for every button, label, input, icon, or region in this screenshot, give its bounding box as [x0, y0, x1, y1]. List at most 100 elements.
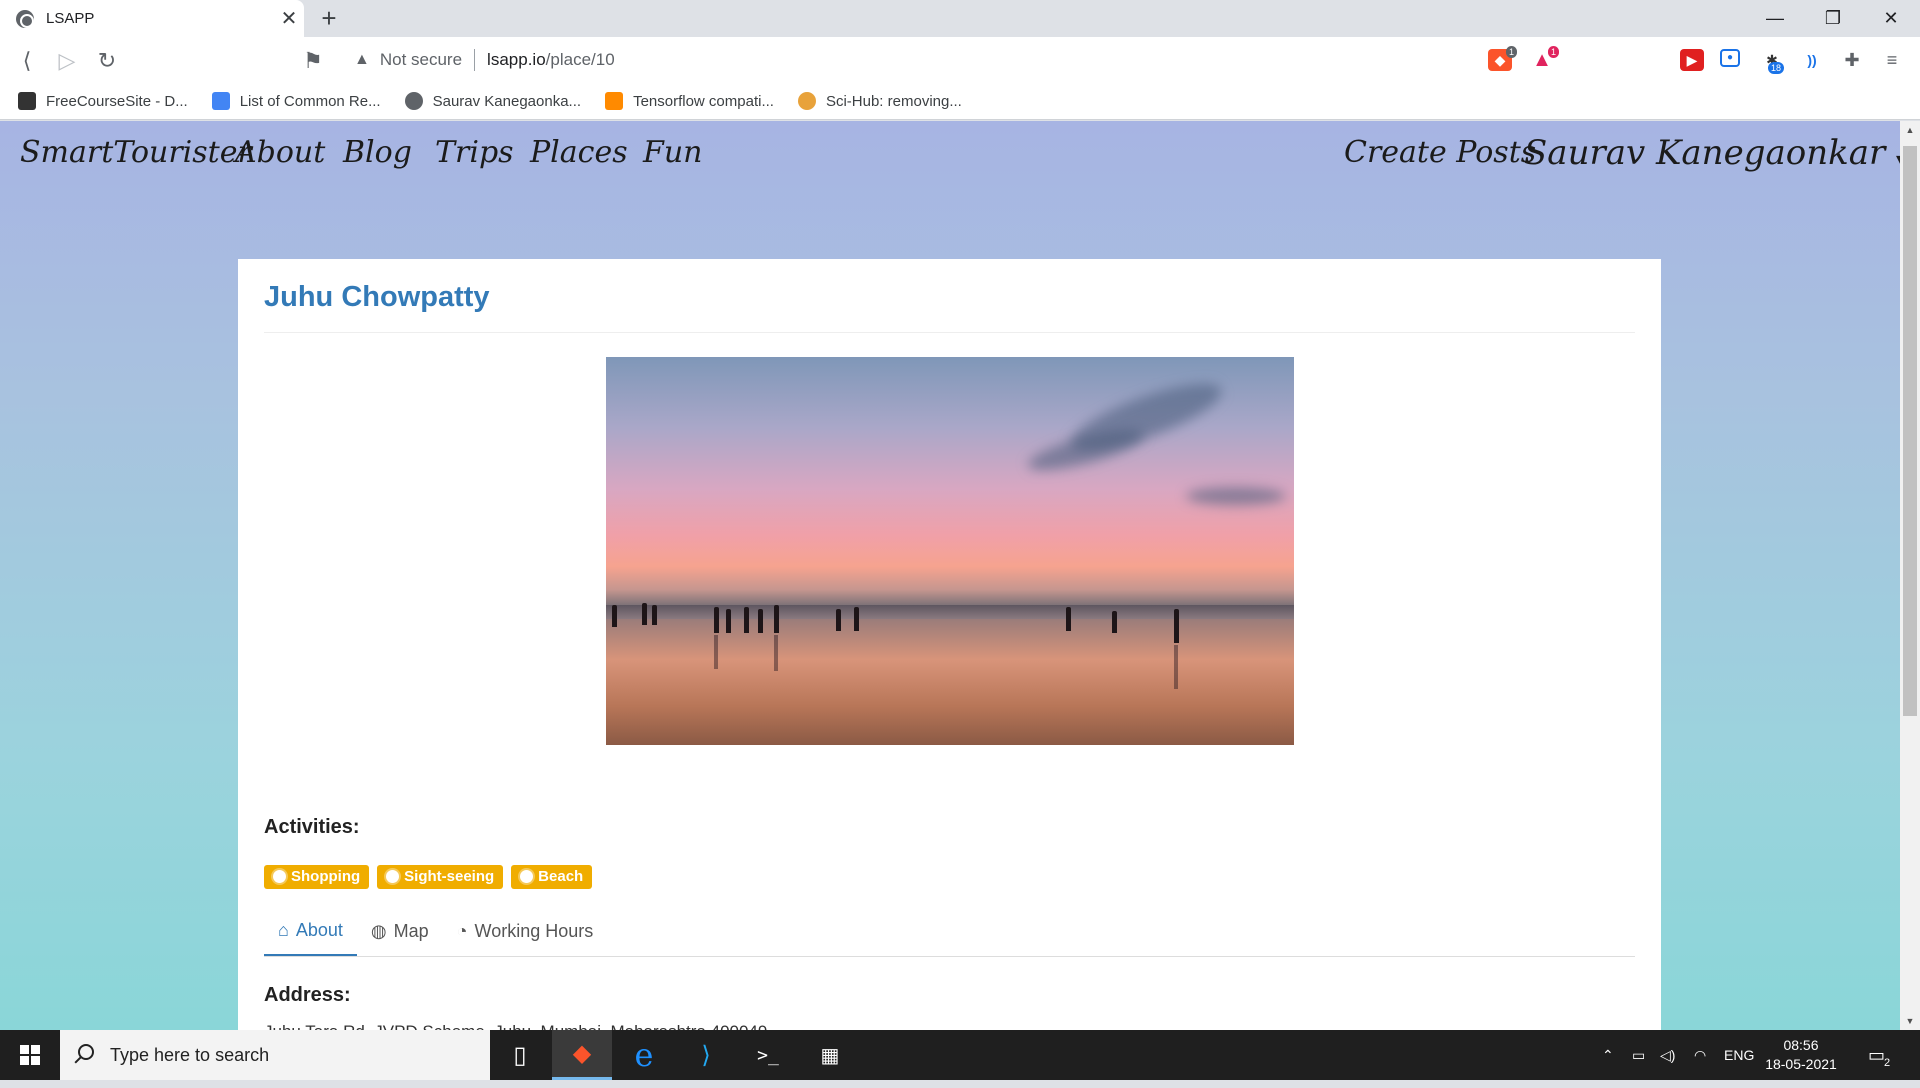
sea-band — [606, 605, 1294, 619]
audio-ext-icon[interactable]: )) — [1800, 49, 1824, 71]
bookmark-item[interactable]: FreeCourseSite - D... — [18, 92, 188, 110]
silhouette — [612, 605, 617, 627]
globe-icon — [16, 9, 34, 28]
tab-label: About — [295, 920, 343, 940]
info-tabs: ⌂ About ◍ Map ◔ Working Hours — [264, 907, 1635, 957]
browser-tab[interactable]: LSAPP ✕ — [0, 0, 304, 37]
url-path: /place/10 — [545, 50, 615, 69]
vscode-taskbar-icon[interactable]: ⟩ — [676, 1030, 736, 1080]
place-card: Juhu Chowpatty Activities: Shopping Sigh… — [238, 259, 1661, 1030]
network-icon[interactable]: ◠ — [1694, 1030, 1706, 1080]
new-tab-button[interactable]: + — [314, 4, 344, 34]
nav-link-trips[interactable]: Trips — [435, 135, 514, 170]
brand-link[interactable]: SmartTourister — [20, 135, 252, 170]
close-window-button[interactable]: ✕ — [1862, 0, 1920, 37]
back-icon[interactable]: ⟨ — [10, 44, 44, 78]
restore-button[interactable]: ❐ — [1804, 0, 1862, 37]
menu-icon[interactable]: ≡ — [1880, 49, 1904, 71]
reload-icon[interactable]: ↻ — [90, 44, 124, 78]
windows-taskbar: Type here to search ▯ ◆ e ⟩ >_ ▦ ⌃ ▭ ◁) … — [0, 1030, 1920, 1080]
store-taskbar-icon[interactable]: ▦ — [800, 1030, 860, 1080]
silhouette — [854, 607, 859, 631]
tensorflow-favicon — [605, 92, 624, 110]
site-navbar: SmartTourister About Blog Trips Places F… — [0, 121, 1900, 191]
tray-chevron-icon[interactable]: ⌃ — [1602, 1030, 1614, 1080]
brave-shield-badge: 1 — [1506, 46, 1518, 58]
sun-icon — [520, 870, 534, 883]
scroll-thumb[interactable] — [1903, 146, 1917, 716]
bookmark-label: Sci-Hub: removing... — [825, 92, 962, 110]
warning-icon: ▲ — [354, 51, 370, 68]
globe-favicon — [404, 92, 423, 110]
user-menu[interactable]: Saurav Kanegaonkar ▾ — [1524, 133, 1900, 173]
ie-taskbar-icon[interactable]: e — [614, 1030, 674, 1080]
scroll-down-icon[interactable]: ▼ — [1900, 1012, 1920, 1030]
nav-link-blog[interactable]: Blog — [343, 135, 412, 170]
url-text[interactable]: lsapp.io/place/10 — [487, 50, 615, 70]
clock-icon: ◔ — [456, 921, 468, 941]
volume-icon[interactable]: ◁) — [1660, 1030, 1675, 1080]
terminal-taskbar-icon[interactable]: >_ — [738, 1030, 798, 1080]
minimize-button[interactable]: — — [1746, 0, 1804, 37]
reflection — [1174, 645, 1178, 689]
place-title: Juhu Chowpatty — [264, 281, 490, 313]
tab-close-icon[interactable]: ✕ — [274, 6, 304, 31]
omnibox-divider — [474, 49, 476, 71]
bookmark-item[interactable]: Sci-Hub: removing... — [797, 92, 962, 110]
bookmark-item[interactable]: List of Common Re... — [211, 92, 381, 110]
tab-label: Working Hours — [474, 921, 594, 941]
clock-date: 18-05-2021 — [1765, 1056, 1837, 1072]
activity-tag: Sight-seeing — [377, 865, 504, 889]
bookmark-label: Tensorflow compati... — [633, 92, 774, 110]
windows-logo-icon — [20, 1045, 40, 1065]
silhouette — [1112, 611, 1117, 633]
place-photo — [606, 357, 1294, 745]
create-posts-link[interactable]: Create Posts — [1344, 135, 1536, 170]
address-bar[interactable]: ▲ Not secure lsapp.io/place/10 — [340, 42, 1565, 78]
search-icon — [78, 1044, 94, 1060]
language-indicator[interactable]: ENG — [1724, 1030, 1754, 1080]
browser-toolbar: ⟨ ▷ ↻ ⚑ ▲ Not secure lsapp.io/place/10 ◆… — [0, 37, 1920, 83]
bookmark-label: FreeCourseSite - D... — [46, 92, 188, 110]
bookmark-item[interactable]: Tensorflow compati... — [605, 92, 774, 110]
silhouette — [836, 609, 841, 631]
nav-link-fun[interactable]: Fun — [643, 135, 702, 170]
taskbar-search[interactable]: Type here to search — [60, 1030, 490, 1080]
tab-strip: LSAPP ✕ + — ❐ ✕ — [0, 0, 1920, 37]
activity-label: Shopping — [291, 868, 361, 885]
activity-tags: Shopping Sight-seeing Beach — [264, 865, 593, 889]
brave-taskbar-icon[interactable]: ◆ — [552, 1030, 612, 1080]
activity-tag: Beach — [511, 865, 593, 889]
screenshot-ext-icon[interactable]: ● — [1720, 49, 1740, 67]
title-divider — [264, 332, 1635, 333]
nav-link-places[interactable]: Places — [530, 135, 628, 170]
start-button[interactable] — [0, 1030, 60, 1080]
nav-link-about[interactable]: About — [235, 135, 325, 170]
tab-map[interactable]: ◍ Map — [357, 907, 443, 956]
sun-icon — [386, 870, 400, 883]
scroll-up-icon[interactable]: ▲ — [1900, 121, 1920, 139]
tab-about[interactable]: ⌂ About — [264, 907, 357, 956]
bookmark-favicon — [18, 92, 36, 110]
bookmark-item[interactable]: Saurav Kanegaonka... — [404, 92, 581, 110]
notification-icon[interactable]: ▭ — [1868, 1030, 1885, 1080]
silhouette — [744, 607, 749, 633]
tab-working-hours[interactable]: ◔ Working Hours — [443, 907, 608, 956]
page-scrollbar[interactable]: ▲ ▼ — [1900, 121, 1920, 1030]
forward-icon[interactable]: ▷ — [50, 44, 84, 78]
youtube-ext-icon[interactable]: ▶ — [1680, 49, 1704, 71]
bookmarks-bar: FreeCourseSite - D... List of Common Re.… — [0, 83, 1920, 120]
silhouette — [774, 605, 779, 633]
task-view-icon[interactable]: ▯ — [490, 1030, 550, 1080]
url-domain: lsapp.io — [487, 50, 546, 69]
bookmark-icon[interactable]: ⚑ — [296, 44, 330, 78]
battery-icon[interactable]: ▭ — [1632, 1030, 1645, 1080]
extensions-puzzle-icon[interactable]: ✚ — [1840, 49, 1864, 71]
search-placeholder: Type here to search — [110, 1044, 270, 1065]
address-text: Juhu Tara Rd, JVPD Scheme, Juhu, Mumbai,… — [264, 1022, 767, 1030]
bookmark-label: List of Common Re... — [239, 92, 381, 110]
reflection — [714, 635, 718, 669]
silhouette — [1066, 607, 1071, 631]
clock[interactable]: 08:56 18-05-2021 — [1756, 1036, 1846, 1074]
doc-favicon — [211, 92, 230, 110]
